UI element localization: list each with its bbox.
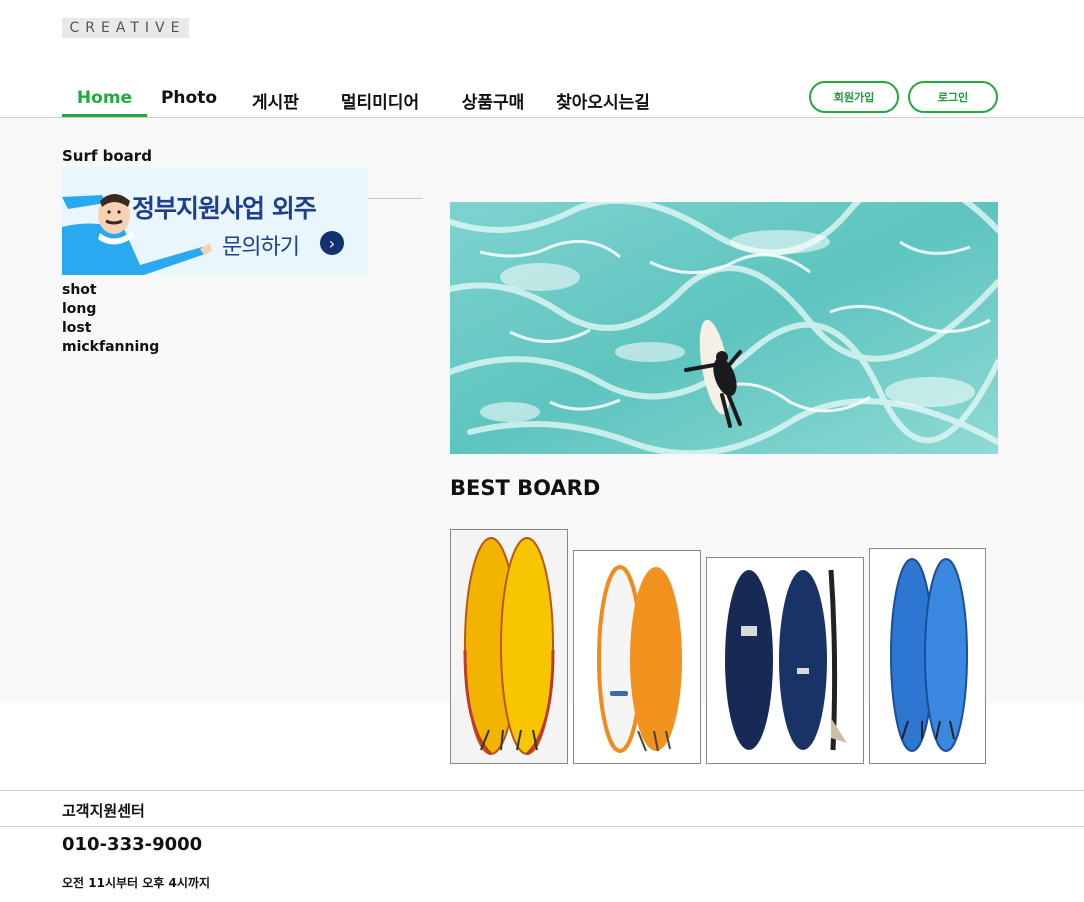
banner-headline: 정부지원사업 외주 [132, 194, 317, 223]
nav-shop[interactable]: 상품구매 [440, 84, 546, 117]
hero-image [450, 202, 998, 454]
nav-board[interactable]: 게시판 [231, 84, 320, 117]
footer-title: 고객지원센터 [62, 802, 145, 820]
login-button[interactable]: 로그인 [908, 81, 998, 113]
product-card[interactable] [573, 550, 701, 764]
chevron-right-icon: › [320, 231, 344, 255]
product-card[interactable] [450, 529, 568, 764]
promo-banner[interactable]: 정부지원사업 외주 문의하기 › [62, 167, 368, 275]
category-item-lost[interactable]: lost [62, 319, 159, 338]
support-phone: 010-333-9000 [62, 834, 203, 855]
surfboard-yellow-image [463, 537, 555, 756]
sidebar-title: Surf board [62, 147, 152, 165]
nav-multimedia[interactable]: 멀티미디어 [320, 84, 440, 117]
nav-home[interactable]: Home [62, 84, 147, 117]
banner-cta-text: 문의하기 [222, 235, 300, 260]
surfboard-blue-image [890, 558, 968, 752]
best-board-title: BEST BOARD [450, 476, 601, 500]
category-item-long[interactable]: long [62, 300, 159, 319]
product-card[interactable] [869, 548, 986, 764]
footer-divider-bottom [0, 826, 1084, 827]
nav-directions[interactable]: 찾아오시는길 [546, 84, 660, 117]
category-item-mickfanning[interactable]: mickfanning [62, 338, 159, 357]
product-card[interactable] [706, 557, 864, 764]
surfboard-orange-image [597, 565, 682, 753]
category-item-shot[interactable]: shot [62, 281, 159, 300]
nav-photo[interactable]: Photo [147, 84, 231, 117]
footer-divider-top [0, 790, 1084, 791]
main-nav: Home Photo 게시판 멀티미디어 상품구매 찾아오시는길 [62, 84, 660, 117]
category-list: shot long lost mickfanning [62, 281, 159, 357]
surfboard-navy-image [725, 569, 847, 751]
signup-button[interactable]: 회원가입 [809, 81, 899, 113]
support-hours: 오전 11시부터 오후 4시까지 [62, 876, 210, 890]
site-logo[interactable]: CREATIVE [62, 18, 189, 38]
